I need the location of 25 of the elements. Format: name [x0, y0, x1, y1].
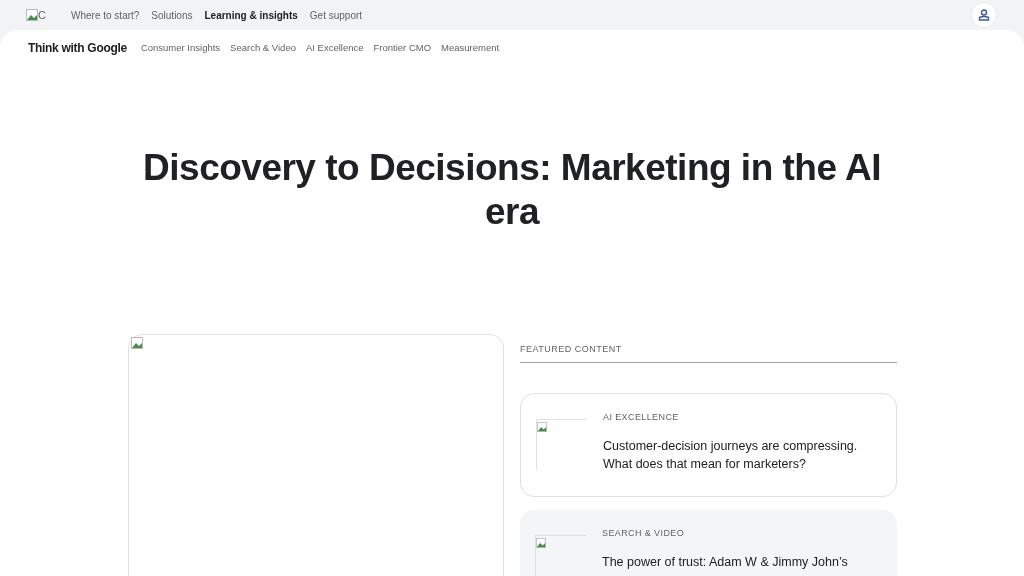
broken-image-icon	[536, 538, 546, 548]
broken-image-icon	[131, 337, 143, 349]
person-icon	[978, 9, 990, 21]
card-category: SEARCH & VIDEO	[602, 527, 686, 540]
broken-image-icon	[537, 422, 547, 432]
card-category: AI EXCELLENCE	[603, 411, 680, 424]
logo-alt-text: C	[38, 7, 46, 23]
page-headline: Discovery to Decisions: Marketing in the AI era	[142, 146, 882, 234]
nav-link[interactable]: Get support	[309, 7, 363, 23]
card-title: Customer-decision journeys are compressing. What does that mean for marketers?	[603, 437, 859, 473]
broken-image-icon	[26, 9, 38, 21]
category-link[interactable]: Frontier CMO	[373, 40, 432, 56]
article-card[interactable]: SEARCH & VIDEO The power of trust: Adam W & Jimmy John’s	[520, 510, 897, 576]
section-heading: FEATURED CONTENT	[520, 344, 622, 354]
category-link[interactable]: Measurement	[441, 40, 500, 56]
category-link[interactable]: Search & Video	[230, 40, 296, 56]
account-button[interactable]	[971, 2, 997, 28]
nav-link[interactable]: Learning & insights	[204, 7, 298, 23]
category-link[interactable]: AI Excellence	[305, 40, 364, 56]
category-link[interactable]: Consumer Insights	[140, 40, 221, 56]
nav-link[interactable]: Solutions	[151, 7, 193, 23]
card-title: The power of trust: Adam W & Jimmy John’s	[602, 553, 849, 571]
article-card[interactable]: AI EXCELLENCE Customer-decision journeys are compressing. What does that mean for marketers?	[520, 393, 897, 497]
nav-link[interactable]: Where to start?	[71, 7, 140, 23]
brand-logo[interactable]: Think with Google	[28, 39, 127, 57]
